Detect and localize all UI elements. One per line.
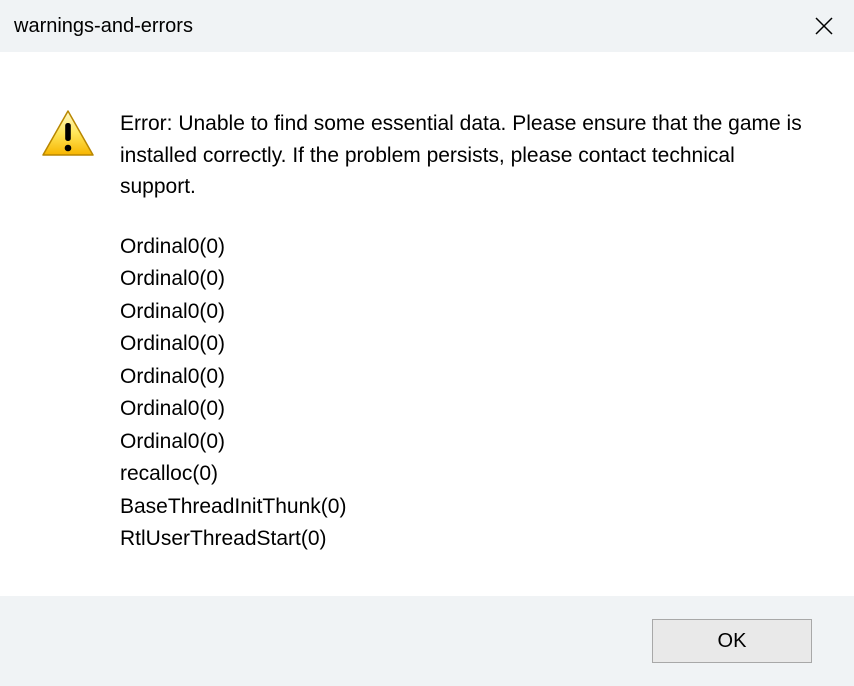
stack-line: Ordinal0(0) xyxy=(120,296,804,329)
warning-icon xyxy=(40,108,96,160)
titlebar: warnings-and-errors xyxy=(0,0,854,52)
stack-line: recalloc(0) xyxy=(120,458,804,491)
close-button[interactable] xyxy=(794,0,854,52)
stack-line: Ordinal0(0) xyxy=(120,263,804,296)
stack-line: Ordinal0(0) xyxy=(120,361,804,394)
message-column: Error: Unable to find some essential dat… xyxy=(120,108,814,556)
dialog-footer: OK xyxy=(0,596,854,686)
stack-trace: Ordinal0(0)Ordinal0(0)Ordinal0(0)Ordinal… xyxy=(120,231,804,556)
window-title: warnings-and-errors xyxy=(14,15,193,38)
ok-button[interactable]: OK xyxy=(652,619,812,663)
stack-line: RtlUserThreadStart(0) xyxy=(120,523,804,556)
stack-line: Ordinal0(0) xyxy=(120,426,804,459)
dialog-body: Error: Unable to find some essential dat… xyxy=(0,52,854,596)
stack-line: Ordinal0(0) xyxy=(120,231,804,264)
stack-line: BaseThreadInitThunk(0) xyxy=(120,491,804,524)
icon-column xyxy=(40,108,120,160)
stack-line: Ordinal0(0) xyxy=(120,328,804,361)
stack-line: Ordinal0(0) xyxy=(120,393,804,426)
error-message: Error: Unable to find some essential dat… xyxy=(120,108,804,203)
close-icon xyxy=(814,16,834,36)
